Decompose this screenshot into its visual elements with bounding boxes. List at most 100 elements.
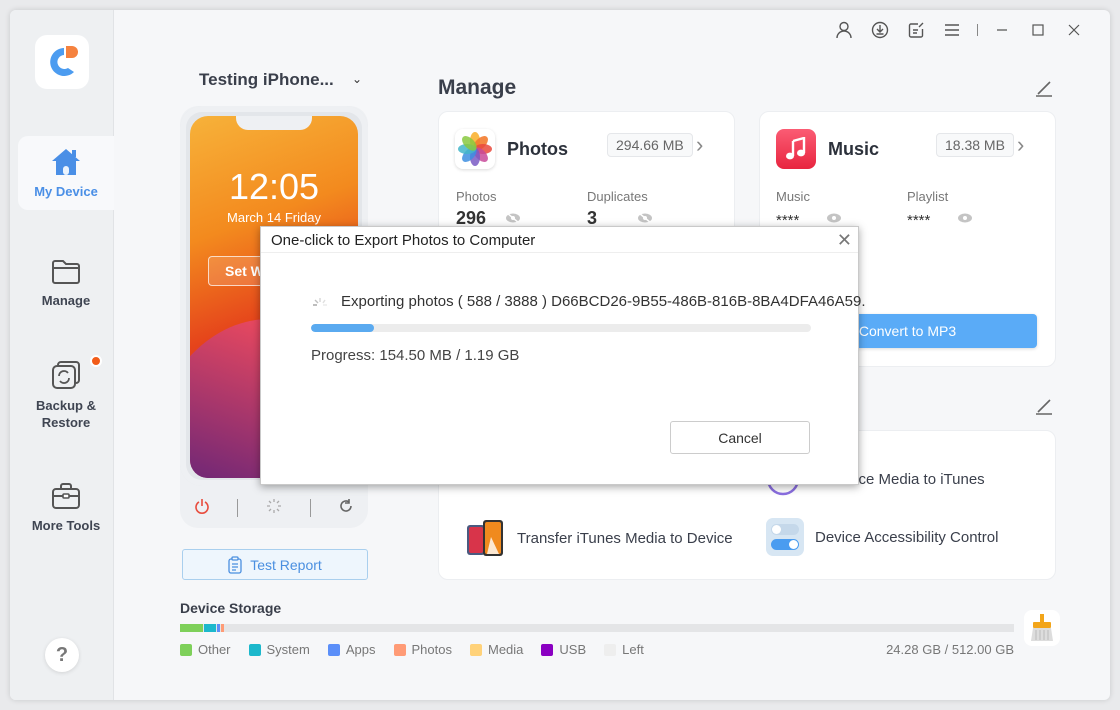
storage-segment-apps: [217, 624, 221, 632]
sidebar-item-label: Backup & Restore: [36, 398, 96, 430]
home-icon: [52, 148, 80, 175]
legend-label: Other: [198, 642, 231, 657]
photos-app-icon: [455, 129, 495, 169]
legend-label: Media: [487, 642, 524, 657]
chevron-right-icon[interactable]: ›: [696, 132, 703, 158]
help-button[interactable]: ?: [45, 638, 79, 672]
stat-value: ****: [907, 212, 931, 229]
dialog-header: One-click to Export Photos to Computer ✕: [261, 227, 858, 253]
legend-item-left: Left: [604, 642, 644, 657]
sidebar: My Device Manage Backup & Restore More T…: [10, 10, 114, 700]
storage-used-total: 24.28 GB / 512.00 GB: [886, 642, 1014, 657]
close-icon[interactable]: [1056, 20, 1092, 40]
legend-swatch: [469, 643, 482, 656]
clipboard-icon: [228, 555, 242, 574]
legend-item-other: Other: [180, 642, 231, 657]
storage-segment-system: [204, 624, 217, 632]
progress-fill: [311, 324, 374, 332]
app-window: My Device Manage Backup & Restore More T…: [10, 10, 1110, 700]
sidebar-item-manage[interactable]: Manage: [18, 246, 114, 320]
storage-legend: Other System Apps Photos Media USB Left: [180, 642, 662, 657]
lockscreen-time: 12:05: [228, 166, 320, 207]
size-badge: 18.38 MB: [936, 133, 1014, 157]
phone-notch: [236, 116, 312, 130]
legend-swatch: [327, 643, 340, 656]
minimize-icon[interactable]: [984, 20, 1020, 40]
dialog-title: One-click to Export Photos to Computer: [271, 232, 536, 249]
spinner-icon: [313, 297, 327, 306]
divider: [237, 499, 239, 517]
download-icon[interactable]: [862, 20, 898, 40]
tool-transfer-itunes-to-device[interactable]: Transfer iTunes Media to Device: [465, 517, 733, 559]
stat-label: Music: [776, 189, 810, 204]
stat-label: Duplicates: [587, 189, 648, 204]
edit-icon[interactable]: [1034, 80, 1054, 103]
app-logo: [35, 35, 89, 89]
progress-text: Progress: 154.50 MB / 1.19 GB: [311, 347, 520, 364]
cancel-button[interactable]: Cancel: [670, 421, 810, 454]
sidebar-item-my-device[interactable]: My Device: [18, 136, 114, 210]
toggle-switch-icon: [766, 518, 804, 556]
legend-label: Photos: [411, 642, 452, 657]
eye-icon[interactable]: [957, 211, 973, 229]
folder-icon: [52, 259, 80, 284]
tool-label: Device Accessibility Control: [815, 528, 999, 546]
legend-item-system: System: [248, 642, 310, 657]
sidebar-item-label: Manage: [41, 292, 91, 308]
phone-controls: [180, 490, 368, 526]
legend-swatch: [180, 643, 192, 656]
tool-device-accessibility-control[interactable]: Device Accessibility Control: [765, 517, 998, 557]
broom-icon: [1031, 614, 1053, 641]
size-badge: 294.66 MB: [607, 133, 693, 157]
legend-item-apps: Apps: [327, 642, 376, 657]
edit-icon[interactable]: [1034, 398, 1054, 421]
power-icon[interactable]: [194, 498, 210, 519]
cleanup-button[interactable]: [1024, 610, 1060, 646]
menu-icon[interactable]: [934, 20, 970, 40]
export-dialog: One-click to Export Photos to Computer ✕…: [260, 226, 866, 485]
chevron-right-icon[interactable]: ›: [1017, 132, 1024, 158]
storage-bar: [180, 624, 1014, 632]
legend-item-photos: Photos: [393, 642, 452, 657]
lockscreen-date: March 14 Friday: [227, 210, 321, 225]
card-title: Photos: [507, 139, 568, 159]
feedback-icon[interactable]: [898, 20, 934, 40]
app-logo-icon: [50, 46, 78, 76]
storage-title: Device Storage: [180, 600, 282, 616]
legend-label: System: [266, 642, 310, 657]
legend-item-usb: USB: [541, 642, 586, 657]
loading-icon[interactable]: [266, 498, 282, 519]
sidebar-item-label: My Device: [34, 183, 98, 199]
chevron-down-icon[interactable]: ⌄: [352, 72, 362, 86]
sidebar-item-backup-restore[interactable]: Backup & Restore: [18, 355, 114, 435]
tool-label: Transfer iTunes Media to Device: [517, 529, 733, 547]
legend-swatch: [541, 643, 554, 656]
legend-item-media: Media: [469, 642, 524, 657]
help-icon: ?: [55, 643, 69, 666]
stat-label: Photos: [456, 189, 497, 204]
legend-label: Left: [622, 642, 644, 657]
export-status: Exporting photos ( 588 / 3888 ) D66BCD26…: [311, 293, 866, 310]
legend-swatch: [393, 643, 406, 656]
storage-segment-other: [180, 624, 204, 632]
storage-segment-photos: [221, 624, 224, 632]
device-name[interactable]: Testing iPhone...: [199, 70, 334, 90]
export-progress-bar: [311, 324, 811, 332]
legend-swatch: [604, 643, 617, 656]
sidebar-item-label: More Tools: [31, 517, 101, 533]
legend-label: Apps: [345, 642, 376, 657]
export-status-text: Exporting photos ( 588 / 3888 ) D66BCD26…: [341, 293, 866, 310]
legend-label: USB: [559, 642, 587, 657]
stat-label: Playlist: [907, 189, 949, 204]
user-icon[interactable]: [826, 20, 862, 40]
divider: [309, 499, 311, 517]
titlebar-divider: [970, 20, 984, 40]
refresh-icon[interactable]: [338, 498, 354, 519]
phones-icon: [467, 520, 503, 556]
test-report-label: Test Report: [250, 556, 322, 573]
notification-badge: [90, 355, 102, 367]
maximize-icon[interactable]: [1020, 20, 1056, 40]
test-report-button[interactable]: Test Report: [182, 549, 368, 580]
sidebar-item-more-tools[interactable]: More Tools: [18, 470, 114, 544]
close-icon[interactable]: ✕: [837, 230, 852, 251]
